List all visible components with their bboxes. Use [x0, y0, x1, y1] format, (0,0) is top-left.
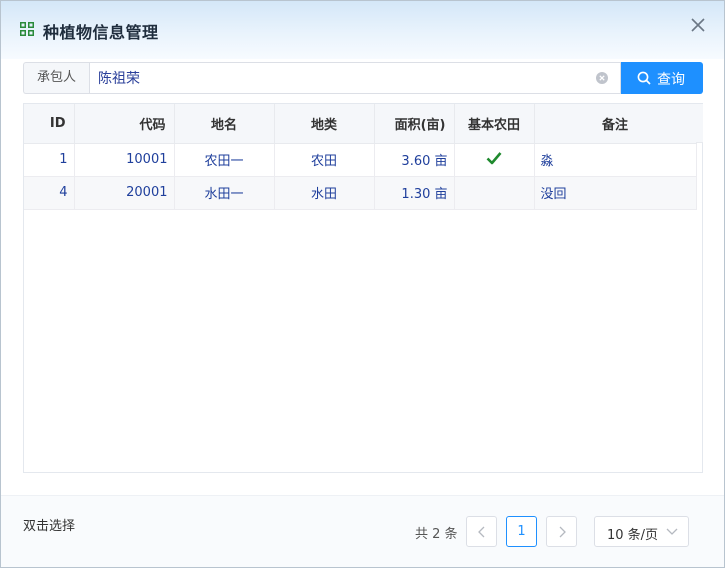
search-button-label: 查询: [657, 72, 685, 88]
dialog: 种植物信息管理 承包人 查询 ID: [0, 0, 725, 568]
search-button[interactable]: 查询: [621, 62, 703, 94]
cell-note: 没回: [534, 176, 697, 210]
dialog-footer: 双击选择 共 2 条 1 10 条/页: [1, 495, 724, 567]
total-count: 共 2 条: [415, 527, 458, 542]
table-row[interactable]: 4 20001 水田一 水田 1.30 亩 没回: [24, 176, 697, 210]
search-bar: 承包人 查询: [23, 62, 703, 94]
next-page-button[interactable]: [546, 516, 577, 547]
cell-area: 3.60 亩: [374, 143, 455, 177]
column-header-code[interactable]: 代码: [74, 104, 175, 144]
cell-place: 农田一: [174, 143, 275, 177]
double-click-hint: 双击选择: [23, 519, 76, 534]
table-header-row: ID 代码 地名 地类 面积(亩) 基本农田 备注: [24, 104, 697, 144]
column-header-basic[interactable]: 基本农田: [454, 104, 535, 144]
table-row[interactable]: 1 10001 农田一 农田 3.60 亩 淼: [24, 143, 697, 177]
column-header-type[interactable]: 地类: [274, 104, 375, 144]
cell-note: 淼: [534, 143, 697, 177]
page-size-select[interactable]: 10 条/页: [594, 516, 689, 547]
chevron-right-icon: [559, 526, 566, 538]
cell-id: 4: [24, 176, 75, 210]
scrollbar-gutter: [696, 104, 703, 143]
data-grid: ID 代码 地名 地类 面积(亩) 基本农田 备注 1 10001 农田一 农田…: [23, 103, 703, 473]
cell-basic: [454, 143, 535, 177]
checkmark-icon: [486, 151, 502, 164]
prev-page-button[interactable]: [466, 516, 497, 547]
dialog-titlebar: 种植物信息管理: [1, 1, 724, 59]
cell-code: 10001: [74, 143, 175, 177]
close-icon[interactable]: [690, 17, 706, 33]
cell-type: 农田: [274, 143, 375, 177]
search-label: 承包人: [23, 62, 89, 94]
cell-code: 20001: [74, 176, 175, 210]
dialog-title: 种植物信息管理: [43, 23, 159, 42]
cell-basic: [454, 176, 535, 210]
page-size-value: 10 条/页: [607, 528, 659, 543]
column-header-area[interactable]: 面积(亩): [374, 104, 455, 144]
data-table: ID 代码 地名 地类 面积(亩) 基本农田 备注 1 10001 农田一 农田…: [24, 104, 697, 210]
cell-id: 1: [24, 143, 75, 177]
page-number-button[interactable]: 1: [506, 516, 537, 547]
cell-place: 水田一: [174, 176, 275, 210]
column-header-id[interactable]: ID: [24, 104, 75, 144]
grid-icon: [20, 22, 34, 36]
column-header-note[interactable]: 备注: [534, 104, 697, 144]
chevron-down-icon: [666, 528, 678, 535]
contractor-input[interactable]: [89, 62, 621, 94]
search-icon: [637, 71, 651, 85]
cell-area: 1.30 亩: [374, 176, 455, 210]
clear-icon[interactable]: [596, 72, 608, 84]
cell-type: 水田: [274, 176, 375, 210]
chevron-left-icon: [478, 526, 485, 538]
column-header-place[interactable]: 地名: [174, 104, 275, 144]
